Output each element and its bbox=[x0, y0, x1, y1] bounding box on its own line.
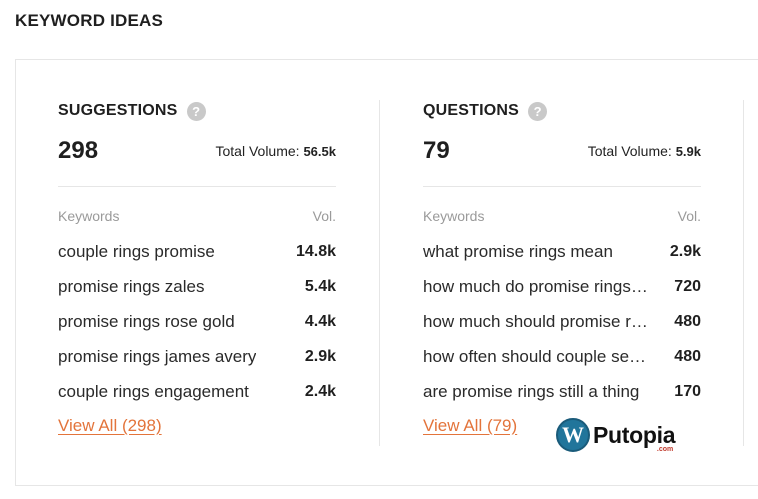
watermark-name: Putopia bbox=[593, 422, 676, 448]
wordpress-icon: W bbox=[556, 418, 590, 452]
total-volume-value: 5.9k bbox=[675, 144, 701, 159]
keyword-link[interactable]: promise rings rose gold bbox=[58, 312, 235, 332]
total-volume: Total Volume: 56.5k bbox=[216, 142, 337, 165]
watermark-text: Putopia .com bbox=[593, 422, 676, 453]
list-item: promise rings rose gold 4.4k bbox=[58, 304, 336, 339]
list-item: how much should promise r… 480 bbox=[423, 304, 701, 339]
keyword-list: what promise rings mean 2.9k how much do… bbox=[423, 234, 701, 409]
list-item: how much do promise rings… 720 bbox=[423, 269, 701, 304]
total-volume-label: Total Volume: bbox=[587, 143, 672, 159]
column-divider bbox=[379, 100, 380, 446]
list-item: how often should couple se… 480 bbox=[423, 339, 701, 374]
keyword-link[interactable]: how often should couple se… bbox=[423, 347, 646, 367]
keyword-volume: 5.4k bbox=[304, 277, 336, 295]
questions-count: 79 bbox=[423, 137, 450, 164]
card-right-divider bbox=[743, 100, 744, 446]
list-item: promise rings james avery 2.9k bbox=[58, 339, 336, 374]
watermark-logo: W Putopia .com bbox=[556, 418, 676, 453]
volume-column-header: Vol. bbox=[677, 208, 701, 224]
keyword-volume: 2.4k bbox=[304, 382, 336, 400]
keywords-column-header: Keywords bbox=[423, 208, 485, 224]
keyword-link[interactable]: what promise rings mean bbox=[423, 242, 613, 262]
suggestions-panel: SUGGESTIONS ? 298 Total Volume: 56.5k Ke… bbox=[58, 100, 336, 436]
view-all-suggestions-link[interactable]: View All (298) bbox=[58, 416, 162, 436]
keywords-column-header: Keywords bbox=[58, 208, 120, 224]
view-all-questions-link[interactable]: View All (79) bbox=[423, 416, 517, 436]
keyword-volume: 720 bbox=[674, 277, 701, 295]
keyword-volume: 2.9k bbox=[669, 242, 701, 260]
list-item: are promise rings still a thing 170 bbox=[423, 374, 701, 409]
page-title: KEYWORD IDEAS bbox=[15, 11, 164, 30]
keyword-volume: 14.8k bbox=[295, 242, 336, 260]
keyword-volume: 170 bbox=[674, 382, 701, 400]
keyword-volume: 2.9k bbox=[304, 347, 336, 365]
keyword-link[interactable]: are promise rings still a thing bbox=[423, 382, 639, 402]
keyword-link[interactable]: how much should promise r… bbox=[423, 312, 648, 332]
total-volume-label: Total Volume: bbox=[215, 143, 300, 159]
divider bbox=[423, 186, 701, 187]
list-item: promise rings zales 5.4k bbox=[58, 269, 336, 304]
keyword-volume: 480 bbox=[674, 347, 701, 365]
questions-title: QUESTIONS bbox=[423, 102, 520, 119]
keyword-link[interactable]: couple rings promise bbox=[58, 242, 215, 262]
keyword-volume: 480 bbox=[674, 312, 701, 330]
list-item: what promise rings mean 2.9k bbox=[423, 234, 701, 269]
list-item: couple rings engagement 2.4k bbox=[58, 374, 336, 409]
suggestions-count: 298 bbox=[58, 137, 99, 164]
keyword-list: couple rings promise 14.8k promise rings… bbox=[58, 234, 336, 409]
suggestions-title: SUGGESTIONS bbox=[58, 102, 178, 119]
total-volume: Total Volume: 5.9k bbox=[588, 142, 701, 165]
keyword-link[interactable]: promise rings james avery bbox=[58, 347, 256, 367]
keyword-link[interactable]: promise rings zales bbox=[58, 277, 204, 297]
list-header: Keywords Vol. bbox=[58, 208, 336, 224]
keyword-link[interactable]: how much do promise rings… bbox=[423, 277, 648, 297]
help-icon[interactable]: ? bbox=[186, 101, 206, 121]
watermark-domain: .com bbox=[656, 446, 674, 453]
keyword-link[interactable]: couple rings engagement bbox=[58, 382, 249, 402]
questions-panel: QUESTIONS ? 79 Total Volume: 5.9k Keywor… bbox=[423, 100, 701, 436]
volume-column-header: Vol. bbox=[312, 208, 336, 224]
list-header: Keywords Vol. bbox=[423, 208, 701, 224]
help-icon[interactable]: ? bbox=[528, 101, 548, 121]
keyword-volume: 4.4k bbox=[304, 312, 336, 330]
divider bbox=[58, 186, 336, 187]
list-item: couple rings promise 14.8k bbox=[58, 234, 336, 269]
total-volume-value: 56.5k bbox=[303, 144, 336, 159]
